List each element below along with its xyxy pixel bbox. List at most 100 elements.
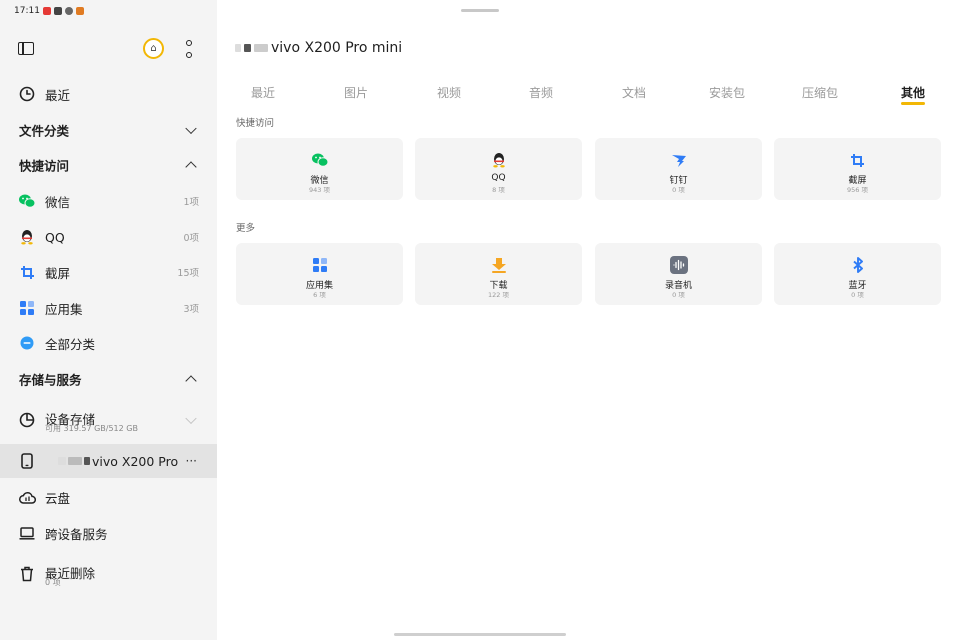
section-title: 文件分类 [19,123,70,139]
card-count: 0 项 [672,186,685,194]
redacted-text [244,44,251,52]
sidebar-item-qq[interactable]: QQ 0项 [0,220,217,254]
card-screenshots[interactable]: 截屏 956 项 [774,138,941,200]
sidebar-item-label: 最近 [45,87,71,103]
bluetooth-icon [849,256,867,274]
more-circle-icon [18,334,36,352]
more-options-icon[interactable] [185,40,193,58]
redacted-text [68,457,82,465]
shield-icon [64,7,73,15]
chevron-up-icon [185,161,197,173]
card-count: 956 项 [847,186,868,194]
status-time: 17:11 [14,6,40,16]
item-count: 3项 [183,304,199,315]
file-manager-window: 17:11 ⌂ 最近 文件分类 快捷访问 微信 1项 QQ 0项 截屏 15项 … [0,0,960,640]
sidebar-item-label: 跨设备服务 [45,526,108,542]
sidebar-item-wechat[interactable]: 微信 1项 [0,184,217,218]
tab-other[interactable]: 其他 [900,84,926,105]
storage-available-text: 可用 319.57 GB/512 GB [45,424,138,433]
page-title: vivo X200 Pro mini [235,40,402,56]
sidebar-toolbar: ⌂ [0,36,217,62]
card-dingtalk[interactable]: 钉钉 0 项 [595,138,762,200]
sidebar-item-cross-device[interactable]: 跨设备服务 [0,516,217,550]
item-count: 15项 [177,268,199,279]
card-label: QQ [491,173,506,183]
card-count: 943 项 [309,186,330,194]
item-count: 1项 [183,197,199,208]
redacted-text [58,457,66,465]
sidebar-item-label: 截屏 [45,265,71,281]
crop-icon [18,263,36,281]
card-count: 8 项 [492,186,505,194]
dingtalk-icon [670,151,688,169]
apps-icon [18,299,36,317]
trash-icon [18,565,36,583]
phone-icon [18,452,36,470]
section-label-more: 更多 [236,223,256,234]
sidebar-item-label: 云盘 [45,490,71,506]
card-apps[interactable]: 应用集 6 项 [236,243,403,305]
download-icon [490,256,508,274]
drag-handle[interactable] [461,9,499,12]
more-icon[interactable]: ··· [186,454,197,468]
sidebar: 17:11 ⌂ 最近 文件分类 快捷访问 微信 1项 QQ 0项 截屏 15项 … [0,0,217,640]
sidebar-item-screenshots[interactable]: 截屏 15项 [0,255,217,289]
redacted-text [84,457,90,465]
sidebar-item-recent[interactable]: 最近 [0,77,217,111]
chevron-down-icon[interactable] [185,412,197,425]
tab-audio[interactable]: 音频 [529,84,553,101]
crop-icon [849,151,867,169]
main-content: vivo X200 Pro mini 最近 图片 视频 音频 文档 安装包 压缩… [217,0,960,640]
device-title: vivo X200 Pro mini [271,40,403,56]
category-tabs: 最近 图片 视频 音频 文档 安装包 压缩包 其他 [217,84,960,110]
laptop-icon [18,524,36,542]
card-downloads[interactable]: 下载 122 项 [415,243,582,305]
home-indicator[interactable] [394,633,566,636]
card-count: 6 项 [313,291,326,299]
wechat-icon [311,151,329,169]
redacted-text [235,44,241,52]
apps-icon [311,256,329,274]
card-bluetooth[interactable]: 蓝牙 0 项 [774,243,941,305]
tab-recent[interactable]: 最近 [251,84,275,101]
sidebar-item-apps[interactable]: 应用集 3项 [0,291,217,325]
chevron-down-icon [185,122,197,135]
lock-badge-icon[interactable]: ⌂ [143,38,164,59]
sidebar-item-label: vivo X200 Pro [58,454,178,469]
card-count: 122 项 [488,291,509,299]
tab-label: 其他 [900,86,926,100]
sidebar-item-device-storage[interactable]: 设备存储 可用 319.57 GB/512 GB [0,403,217,437]
redacted-text [254,44,268,52]
clock-icon [18,85,36,103]
sidebar-item-label: 微信 [45,194,71,210]
sidebar-item-label: 全部分类 [45,336,96,352]
notification-icon [75,7,84,15]
notification-icon [53,7,62,15]
tab-archives[interactable]: 压缩包 [802,84,838,101]
cloud-icon [18,488,36,506]
section-storage-services[interactable]: 存储与服务 [0,364,217,394]
card-wechat[interactable]: 微信 943 项 [236,138,403,200]
section-file-categories[interactable]: 文件分类 [0,115,217,145]
sidebar-item-recently-deleted[interactable]: 最近删除 0 项 [0,557,217,591]
card-recorder[interactable]: 录音机 0 项 [595,243,762,305]
chevron-up-icon [185,375,197,387]
sidebar-toggle-icon[interactable] [18,42,34,55]
section-title: 快捷访问 [19,158,70,174]
card-qq[interactable]: QQ 8 项 [415,138,582,200]
tab-videos[interactable]: 视频 [437,84,461,101]
sidebar-item-device[interactable]: vivo X200 Pro ··· [0,444,217,478]
section-title: 存储与服务 [19,372,82,388]
qq-icon [490,151,508,169]
sidebar-item-all-categories[interactable]: 全部分类 [0,326,217,360]
section-quick-access[interactable]: 快捷访问 [0,150,217,180]
section-label-quick-access: 快捷访问 [236,118,275,129]
recorder-icon [669,256,688,274]
deleted-count: 0 项 [45,578,61,587]
tab-images[interactable]: 图片 [344,84,368,101]
notification-icon [42,7,51,15]
sidebar-item-label: 应用集 [45,301,83,317]
tab-apk[interactable]: 安装包 [709,84,745,101]
sidebar-item-cloud[interactable]: 云盘 [0,480,217,514]
tab-documents[interactable]: 文档 [622,84,646,101]
